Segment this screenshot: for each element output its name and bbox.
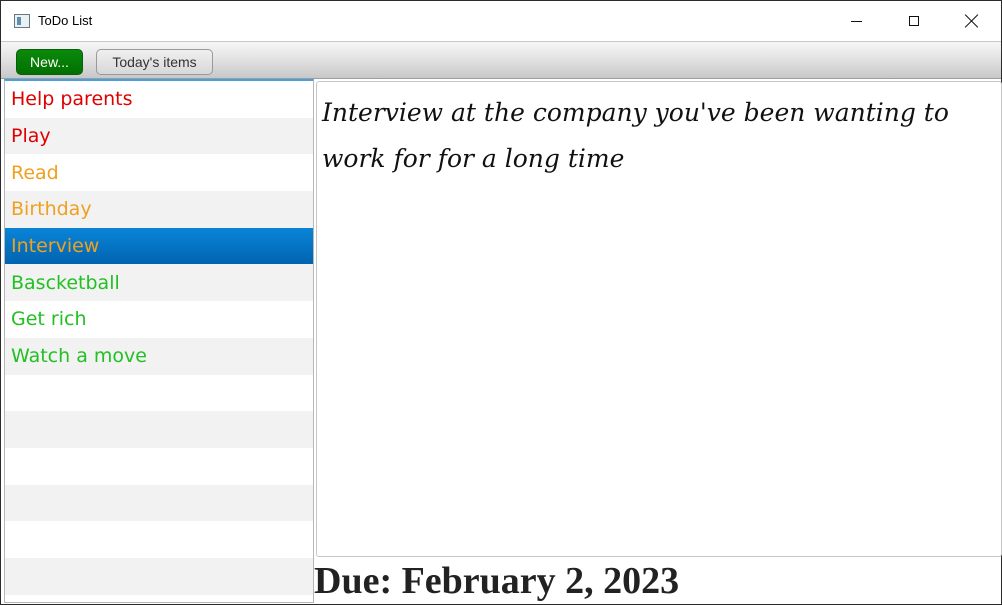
new-button[interactable]: New... xyxy=(16,49,83,75)
list-item-label: Play xyxy=(11,125,51,148)
app-window: ToDo List New... Today's items Help pare… xyxy=(0,0,1002,605)
list-item-label: Get rich xyxy=(11,308,87,331)
empty-list-row[interactable] xyxy=(5,411,313,448)
todo-list[interactable]: Help parents Play Read Birthday Interview Bas… xyxy=(4,79,314,603)
item-description: Interview at the company you've been wan… xyxy=(322,98,949,173)
list-item-label: Read xyxy=(11,161,59,184)
empty-list-row[interactable] xyxy=(5,448,313,485)
list-item[interactable]: Help parents xyxy=(5,81,313,118)
maximize-button[interactable] xyxy=(885,1,943,41)
empty-list-row[interactable] xyxy=(5,521,313,558)
empty-list-row[interactable] xyxy=(5,484,313,522)
title-bar: ToDo List xyxy=(1,1,1001,41)
toolbar: New... Today's items xyxy=(1,41,1001,79)
list-item-label: Bascketball xyxy=(11,271,120,294)
window-title: ToDo List xyxy=(38,13,93,28)
empty-list-row[interactable] xyxy=(5,375,313,412)
due-date-label: Due: February 2, 2023 xyxy=(314,560,680,602)
list-item-label: Help parents xyxy=(11,88,133,111)
list-item[interactable]: Watch a move xyxy=(5,337,313,375)
empty-list-row[interactable] xyxy=(5,557,313,595)
list-item[interactable]: Bascketball xyxy=(5,264,313,302)
item-detail-pane[interactable]: Interview at the company you've been wan… xyxy=(316,81,1002,557)
list-item[interactable]: Read xyxy=(5,154,313,191)
list-item-label: Watch a move xyxy=(11,345,147,368)
app-window-icon xyxy=(14,14,30,28)
list-item[interactable]: Get rich xyxy=(5,301,313,338)
close-button[interactable] xyxy=(943,1,1001,41)
list-item[interactable]: Play xyxy=(5,117,313,155)
maximize-icon xyxy=(909,16,919,26)
list-item[interactable]: Birthday xyxy=(5,191,313,228)
list-item-label: Interview xyxy=(11,235,100,258)
todays-items-button[interactable]: Today's items xyxy=(96,49,213,75)
list-item[interactable]: Interview xyxy=(5,227,313,265)
minimize-icon xyxy=(850,20,862,22)
list-item-label: Birthday xyxy=(11,198,92,221)
minimize-button[interactable] xyxy=(827,1,885,41)
close-icon xyxy=(965,14,979,28)
